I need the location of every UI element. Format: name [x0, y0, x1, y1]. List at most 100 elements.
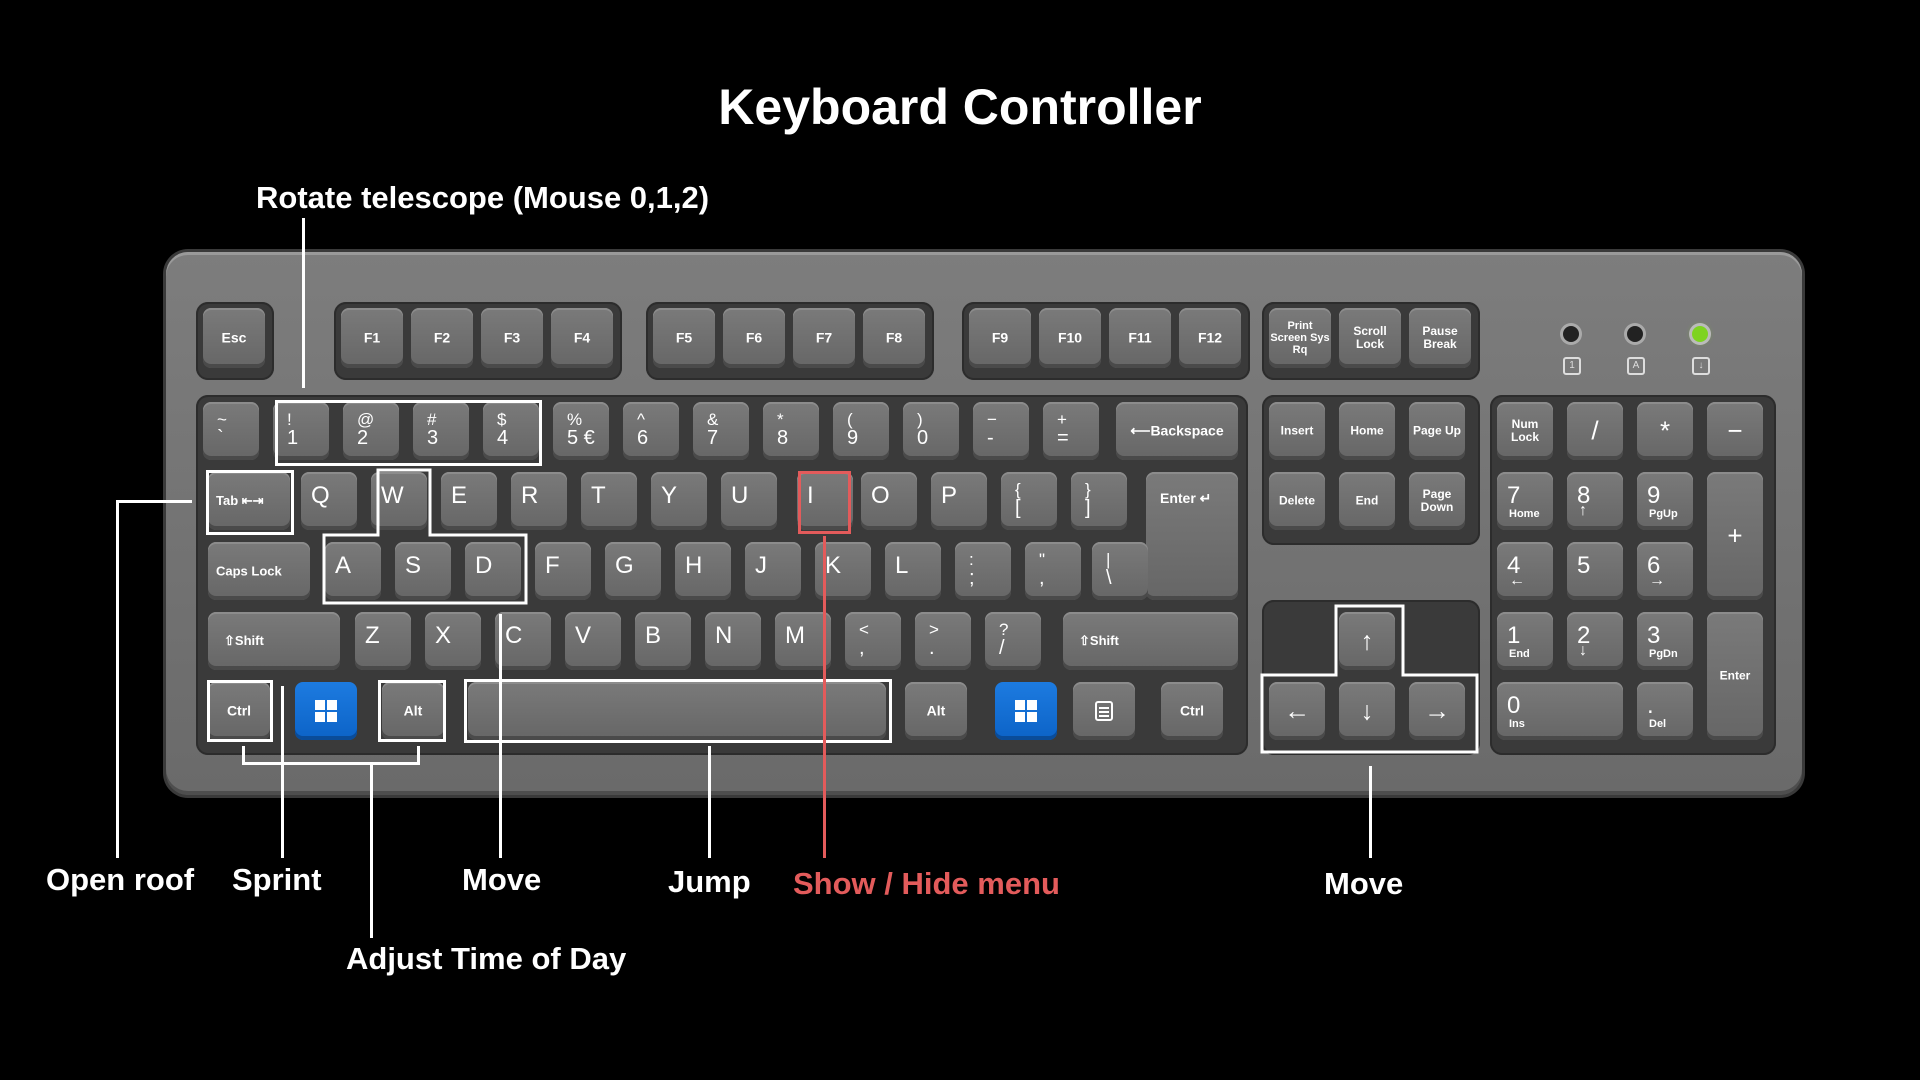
key-right-bracket[interactable]: }]: [1071, 472, 1127, 530]
key-insert[interactable]: Insert: [1269, 402, 1325, 460]
highlight-left-alt: [378, 680, 446, 742]
key-equals[interactable]: + =: [1043, 402, 1099, 460]
key-8[interactable]: * 8: [763, 402, 819, 460]
key-enter[interactable]: Enter ↵: [1146, 472, 1238, 600]
key-numpad-7[interactable]: 7 Home: [1497, 472, 1553, 530]
key-pause[interactable]: Pause Break: [1409, 308, 1471, 368]
key-left-bracket[interactable]: {[: [1001, 472, 1057, 530]
key-f1[interactable]: F1: [341, 308, 403, 368]
key-y[interactable]: Y: [651, 472, 707, 530]
scroll-lock-led: [1692, 326, 1708, 342]
key-v[interactable]: V: [565, 612, 621, 670]
key-arrow-down[interactable]: ↓: [1339, 682, 1395, 740]
key-slash[interactable]: ? /: [985, 612, 1041, 670]
key-f[interactable]: F: [535, 542, 591, 600]
key-l[interactable]: L: [885, 542, 941, 600]
key-comma[interactable]: <,: [845, 612, 901, 670]
key-numpad-enter[interactable]: Enter: [1707, 612, 1763, 740]
key-n[interactable]: N: [705, 612, 761, 670]
key-numpad-9[interactable]: 9 PgUp: [1637, 472, 1693, 530]
key-semicolon[interactable]: :;: [955, 542, 1011, 600]
key-e[interactable]: E: [441, 472, 497, 530]
key-page-up[interactable]: Page Up: [1409, 402, 1465, 460]
key-numpad-5[interactable]: 5: [1567, 542, 1623, 600]
key-h[interactable]: H: [675, 542, 731, 600]
key-p[interactable]: P: [931, 472, 987, 530]
key-numpad-6[interactable]: 6 →: [1637, 542, 1693, 600]
key-minus[interactable]: − -: [973, 402, 1029, 460]
key-numpad-0[interactable]: 0 Ins: [1497, 682, 1623, 740]
key-b[interactable]: B: [635, 612, 691, 670]
key-w[interactable]: W: [371, 472, 427, 530]
key-numpad-divide[interactable]: /: [1567, 402, 1623, 460]
key-quote[interactable]: ",: [1025, 542, 1081, 600]
key-print-screen[interactable]: Print Screen Sys Rq: [1269, 308, 1331, 368]
key-backspace[interactable]: ⟵Backspace: [1116, 402, 1238, 460]
key-t[interactable]: T: [581, 472, 637, 530]
key-j[interactable]: J: [745, 542, 801, 600]
key-5[interactable]: % 5 €: [553, 402, 609, 460]
key-backslash[interactable]: | \: [1092, 542, 1148, 600]
key-num-lock[interactable]: Num Lock: [1497, 402, 1553, 460]
key-u[interactable]: U: [721, 472, 777, 530]
key-f5[interactable]: F5: [653, 308, 715, 368]
key-s[interactable]: S: [395, 542, 451, 600]
key-f7[interactable]: F7: [793, 308, 855, 368]
key-o[interactable]: O: [861, 472, 917, 530]
key-a[interactable]: A: [325, 542, 381, 600]
caps-lock-indicator-icon: A: [1627, 357, 1645, 375]
key-0[interactable]: ) 0: [903, 402, 959, 460]
key-r[interactable]: R: [511, 472, 567, 530]
key-z[interactable]: Z: [355, 612, 411, 670]
key-tilde[interactable]: ~ `: [203, 402, 259, 460]
key-scroll-lock[interactable]: Scroll Lock: [1339, 308, 1401, 368]
label-jump: Jump: [668, 864, 751, 899]
key-f12[interactable]: F12: [1179, 308, 1241, 368]
key-numpad-3[interactable]: 3 PgDn: [1637, 612, 1693, 670]
key-c[interactable]: C: [495, 612, 551, 670]
caps-lock-led: [1627, 326, 1643, 342]
key-period[interactable]: >.: [915, 612, 971, 670]
highlight-number-keys: [275, 400, 542, 466]
key-right-shift[interactable]: ⇧Shift: [1063, 612, 1238, 670]
key-f11[interactable]: F11: [1109, 308, 1171, 368]
key-f3[interactable]: F3: [481, 308, 543, 368]
key-arrow-right[interactable]: →: [1409, 682, 1465, 740]
key-numpad-multiply[interactable]: *: [1637, 402, 1693, 460]
key-right-windows[interactable]: [995, 682, 1057, 740]
key-f8[interactable]: F8: [863, 308, 925, 368]
key-numpad-add[interactable]: +: [1707, 472, 1763, 600]
key-numpad-subtract[interactable]: −: [1707, 402, 1763, 460]
key-arrow-up[interactable]: ↑: [1339, 612, 1395, 670]
key-caps-lock[interactable]: Caps Lock: [208, 542, 310, 600]
key-left-shift[interactable]: ⇧Shift: [208, 612, 340, 670]
key-g[interactable]: G: [605, 542, 661, 600]
key-numpad-1[interactable]: 1 End: [1497, 612, 1553, 670]
key-q[interactable]: Q: [301, 472, 357, 530]
key-esc[interactable]: Esc: [203, 308, 265, 368]
highlight-space: [464, 679, 892, 743]
key-6[interactable]: ^ 6: [623, 402, 679, 460]
key-f10[interactable]: F10: [1039, 308, 1101, 368]
key-right-ctrl[interactable]: Ctrl: [1161, 682, 1223, 740]
key-end[interactable]: End: [1339, 472, 1395, 530]
key-right-alt[interactable]: Alt: [905, 682, 967, 740]
key-9[interactable]: (9: [833, 402, 889, 460]
key-x[interactable]: X: [425, 612, 481, 670]
key-menu[interactable]: [1073, 682, 1135, 740]
key-numpad-2[interactable]: 2 ↓: [1567, 612, 1623, 670]
key-left-windows[interactable]: [295, 682, 357, 740]
key-page-down[interactable]: Page Down: [1409, 472, 1465, 530]
key-home[interactable]: Home: [1339, 402, 1395, 460]
key-f9[interactable]: F9: [969, 308, 1031, 368]
key-delete[interactable]: Delete: [1269, 472, 1325, 530]
key-d[interactable]: D: [465, 542, 521, 600]
key-7[interactable]: & 7: [693, 402, 749, 460]
key-numpad-4[interactable]: 4 ←: [1497, 542, 1553, 600]
key-f4[interactable]: F4: [551, 308, 613, 368]
key-numpad-decimal[interactable]: . Del: [1637, 682, 1693, 740]
key-arrow-left[interactable]: ←: [1269, 682, 1325, 740]
key-f2[interactable]: F2: [411, 308, 473, 368]
key-f6[interactable]: F6: [723, 308, 785, 368]
key-numpad-8[interactable]: 8 ↑: [1567, 472, 1623, 530]
